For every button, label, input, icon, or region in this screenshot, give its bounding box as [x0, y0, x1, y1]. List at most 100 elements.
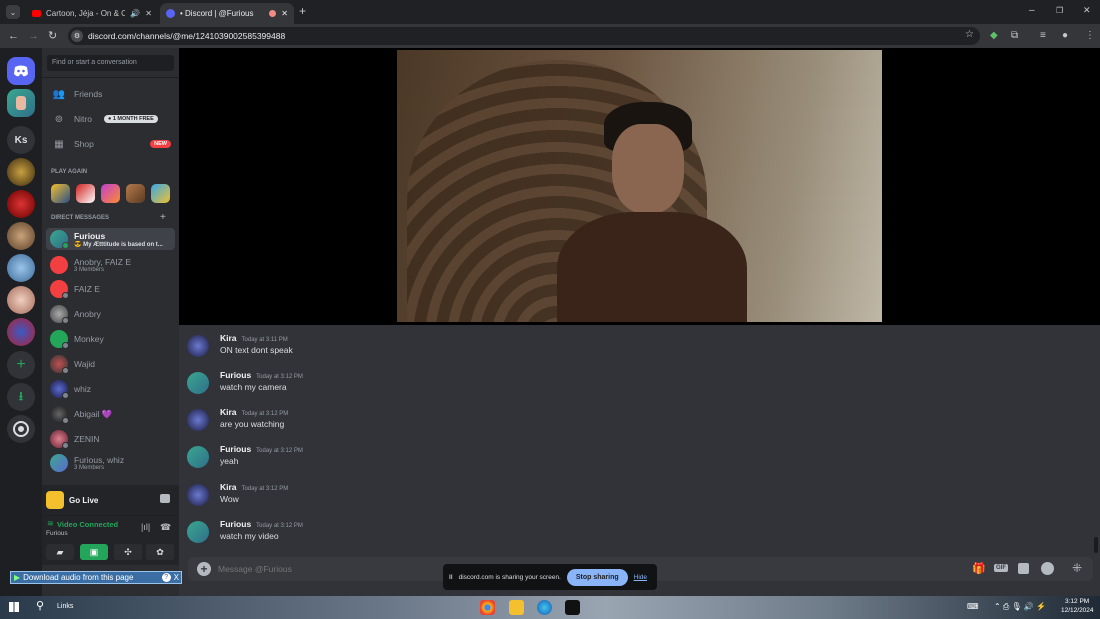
download-audio-bar[interactable]: ▶ Download audio from this page ? X [10, 571, 182, 584]
tab-close-icon[interactable]: ✕ [145, 9, 152, 18]
gift-icon[interactable]: 🎁 [972, 562, 986, 575]
address-bar[interactable]: ⚙ discord.com/channels/@me/1241039002585… [68, 27, 980, 45]
chat-scrollbar[interactable] [1094, 537, 1098, 553]
activities-button[interactable]: ✣ [114, 544, 142, 560]
download-audio-label[interactable]: Download audio from this page [23, 573, 133, 582]
message-author[interactable]: Furious Today at 3:12 PM [220, 519, 303, 529]
disconnect-icon[interactable]: ☎ [160, 522, 171, 533]
camera-feed[interactable] [397, 50, 882, 322]
apps-icon[interactable]: ⁜ [1072, 561, 1082, 575]
tab-discord[interactable]: • Discord | @Furious ✕ [160, 3, 294, 24]
server-icon-eagle[interactable] [7, 158, 35, 186]
file-explorer-icon[interactable] [509, 600, 524, 615]
game-icon[interactable] [76, 184, 95, 203]
attach-plus-icon[interactable]: + [197, 562, 211, 576]
message-input[interactable] [218, 561, 438, 577]
extension-icon[interactable]: ◆ [990, 29, 998, 43]
avatar-kira[interactable] [187, 335, 209, 357]
keyboard-icon[interactable]: ⌨ [967, 602, 979, 611]
edge-icon[interactable] [537, 600, 552, 615]
media-controls-icon[interactable]: ≡ [1040, 29, 1046, 43]
reload-icon[interactable]: ↻ [48, 29, 57, 43]
add-server-button[interactable]: + [7, 351, 35, 379]
avatar-furious[interactable] [187, 372, 209, 394]
create-dm-button[interactable]: + [160, 212, 166, 223]
dm-item-faiz[interactable]: FAIZ E [46, 278, 175, 300]
maximize-button[interactable]: ❐ [1056, 6, 1063, 15]
tab-youtube[interactable]: Cartoon, Jéja - On & On (l| 🔊 ✕ [26, 3, 158, 24]
noise-suppression-icon[interactable]: |ıl| [141, 522, 150, 532]
speaker-icon[interactable]: 🔊 [130, 9, 140, 18]
camera-button[interactable]: ▰ [46, 544, 74, 560]
dm-item-furious-whiz[interactable]: Furious, whiz 3 Members [46, 452, 175, 474]
message-author[interactable]: Kira Today at 3:11 PM [220, 333, 288, 343]
message-author[interactable]: Kira Today at 3:12 PM [220, 407, 288, 417]
server-icon-red[interactable] [7, 190, 35, 218]
game-icon[interactable] [126, 184, 145, 203]
dm-item-anobry[interactable]: Anobry [46, 303, 175, 325]
minimize-button[interactable]: – [1029, 5, 1035, 16]
dm-item-wajid[interactable]: Wajid [46, 353, 175, 375]
message-author[interactable]: Furious Today at 3:12 PM [220, 370, 303, 380]
close-bar-button[interactable]: X [174, 573, 179, 582]
server-icon-people[interactable] [7, 222, 35, 250]
system-tray-icons[interactable]: ⌃ ⎙ 🎙 🔊 ⚡ [994, 602, 1046, 612]
server-avatar[interactable] [7, 89, 35, 117]
close-window-button[interactable]: ✕ [1083, 5, 1091, 16]
emoji-icon[interactable] [1041, 562, 1054, 575]
clock-time[interactable]: 3:12 PM [1065, 598, 1089, 605]
forward-icon[interactable]: → [28, 29, 39, 43]
tab-search-button[interactable]: ⌄ [6, 5, 20, 19]
screen-share-button[interactable]: ▣ [80, 544, 108, 560]
chrome-icon[interactable] [480, 600, 495, 615]
dm-item-zenin[interactable]: ZENIN [46, 428, 175, 450]
tab-close-icon[interactable]: ✕ [281, 9, 288, 18]
message-author[interactable]: Kira Today at 3:12 PM [220, 482, 288, 492]
clock-date[interactable]: 12/12/2024 [1061, 607, 1094, 614]
dm-item-abigail[interactable]: Abigail 💜 [46, 403, 175, 425]
download-apps-button[interactable]: ⭳ [7, 383, 35, 411]
avatar-furious[interactable] [187, 446, 209, 468]
explore-servers-button[interactable] [7, 415, 35, 443]
server-ks[interactable]: Ks [7, 126, 35, 154]
dm-item-monkey[interactable]: Monkey [46, 328, 175, 350]
friends-nav[interactable]: 👥 Friends [46, 83, 175, 105]
capcut-icon[interactable] [565, 600, 580, 615]
game-icon[interactable] [151, 184, 170, 203]
go-live-close-icon[interactable] [160, 494, 170, 503]
sticker-icon[interactable] [1018, 563, 1029, 574]
server-icon-english-hub[interactable] [7, 318, 35, 346]
extensions-puzzle-icon[interactable]: ⧉ [1011, 29, 1018, 43]
nitro-nav[interactable]: ⊚ Nitro ● 1 MONTH FREE [46, 108, 175, 130]
find-conversation-input[interactable]: Find or start a conversation [47, 55, 174, 71]
avatar-furious[interactable] [187, 521, 209, 543]
help-button[interactable]: ? [161, 573, 171, 582]
dm-item-whiz[interactable]: whiz [46, 378, 175, 400]
go-live-label[interactable]: Go Live [69, 496, 98, 505]
taskbar-search-label[interactable]: Links [57, 603, 73, 610]
gif-button[interactable]: GIF [994, 564, 1008, 572]
game-icon[interactable] [101, 184, 120, 203]
taskbar-search-icon[interactable]: ⚲ [36, 599, 44, 612]
new-tab-button[interactable]: + [299, 4, 306, 18]
dm-item-group[interactable]: Anobry, FAIZ E3 Members [46, 254, 175, 276]
message-author[interactable]: Furious Today at 3:12 PM [220, 444, 303, 454]
avatar-kira[interactable] [187, 484, 209, 506]
avatar-kira[interactable] [187, 409, 209, 431]
server-icon-anime[interactable] [7, 286, 35, 314]
server-icon-sky[interactable] [7, 254, 35, 282]
shop-nav[interactable]: ▦ Shop NEW [46, 133, 175, 155]
dm-item-furious[interactable]: Furious 😎 My Ætttitude is based on t... [46, 228, 175, 250]
profile-icon[interactable]: ● [1062, 29, 1068, 43]
back-icon[interactable]: ← [8, 29, 19, 43]
connected-user-label[interactable]: Furious [46, 530, 68, 537]
bookmark-star-icon[interactable]: ☆ [965, 29, 974, 40]
game-icon[interactable] [51, 184, 70, 203]
hide-link[interactable]: Hide [634, 574, 647, 581]
stop-sharing-button[interactable]: Stop sharing [566, 568, 628, 586]
windows-start-icon[interactable] [9, 602, 19, 612]
discord-home-icon[interactable] [7, 57, 35, 85]
site-info-icon[interactable]: ⚙ [71, 30, 83, 42]
menu-dots-icon[interactable]: ⋮ [1085, 29, 1095, 43]
soundboard-button[interactable]: ✿ [146, 544, 174, 560]
